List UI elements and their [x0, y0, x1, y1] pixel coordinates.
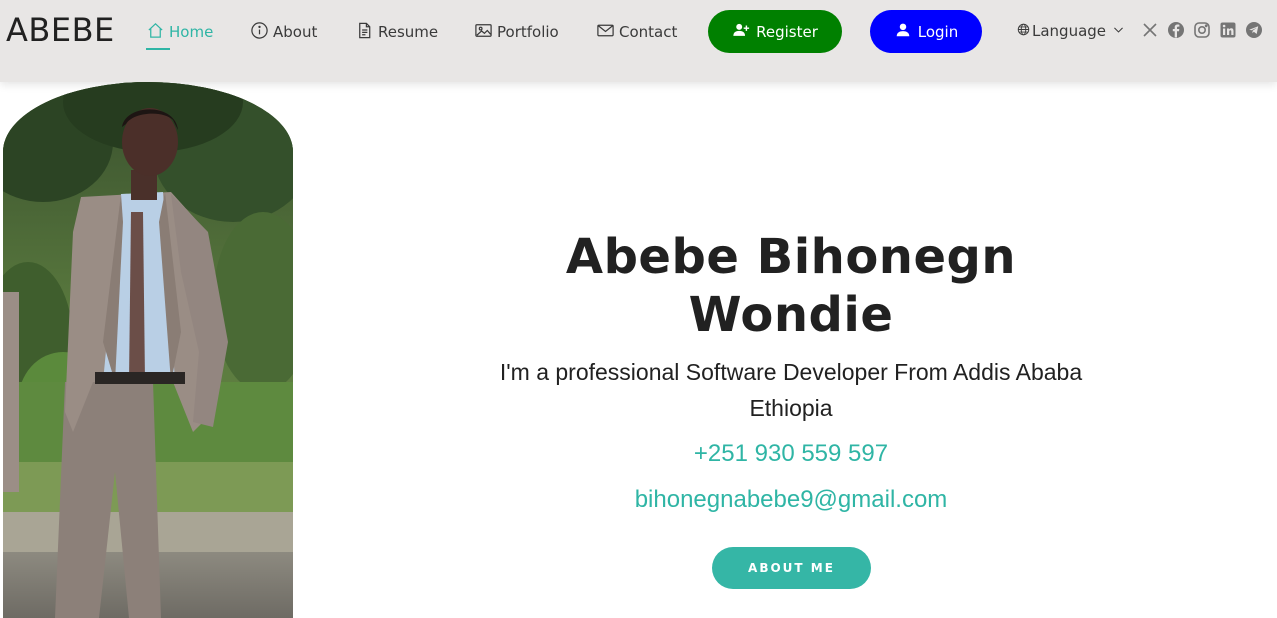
facebook-icon[interactable] — [1167, 21, 1185, 39]
register-button[interactable]: Register — [708, 10, 842, 53]
profile-photo — [3, 82, 293, 618]
globe-icon — [1017, 22, 1030, 40]
hero-email-link[interactable]: bihonegnabebe9@gmail.com — [470, 484, 1112, 516]
language-label: Language — [1032, 22, 1107, 40]
nav-resume[interactable]: Resume — [355, 18, 438, 46]
nav-contact-label: Contact — [619, 23, 678, 41]
nav-about[interactable]: About — [250, 18, 317, 46]
register-label: Register — [756, 22, 818, 41]
brand-logo[interactable]: ABEBE — [6, 11, 115, 49]
info-icon — [250, 21, 269, 44]
nav-portfolio[interactable]: Portfolio — [474, 18, 559, 46]
hero-description: I'm a professional Software Developer Fr… — [499, 359, 1083, 421]
linkedin-icon[interactable] — [1219, 21, 1237, 39]
nav-home-label: Home — [169, 23, 214, 41]
person-icon — [894, 21, 912, 43]
document-icon — [355, 21, 374, 44]
login-label: Login — [917, 22, 959, 41]
nav-resume-label: Resume — [378, 23, 439, 41]
home-icon — [146, 21, 165, 44]
nav-portfolio-label: Portfolio — [497, 23, 559, 41]
language-dropdown[interactable]: Language — [1017, 18, 1125, 44]
chevron-down-icon — [1112, 22, 1125, 40]
envelope-icon — [596, 21, 615, 44]
hero-name: Abebe Bihonegn Wondie — [565, 229, 1017, 343]
instagram-icon[interactable] — [1193, 21, 1211, 39]
images-icon — [474, 21, 493, 44]
person-plus-icon — [732, 21, 750, 43]
login-button[interactable]: Login — [870, 10, 982, 53]
about-me-button[interactable]: ABOUT ME — [712, 547, 871, 589]
navbar: ABEBE Home About Resume Portfolio Contac… — [0, 0, 1277, 82]
x-icon[interactable] — [1141, 21, 1159, 39]
nav-contact[interactable]: Contact — [596, 18, 677, 46]
hero-phone-link[interactable]: +251 930 559 597 — [470, 438, 1112, 470]
telegram-icon[interactable] — [1245, 21, 1263, 39]
active-underline — [146, 48, 170, 50]
nav-home[interactable]: Home — [146, 18, 214, 50]
nav-about-label: About — [273, 23, 318, 41]
